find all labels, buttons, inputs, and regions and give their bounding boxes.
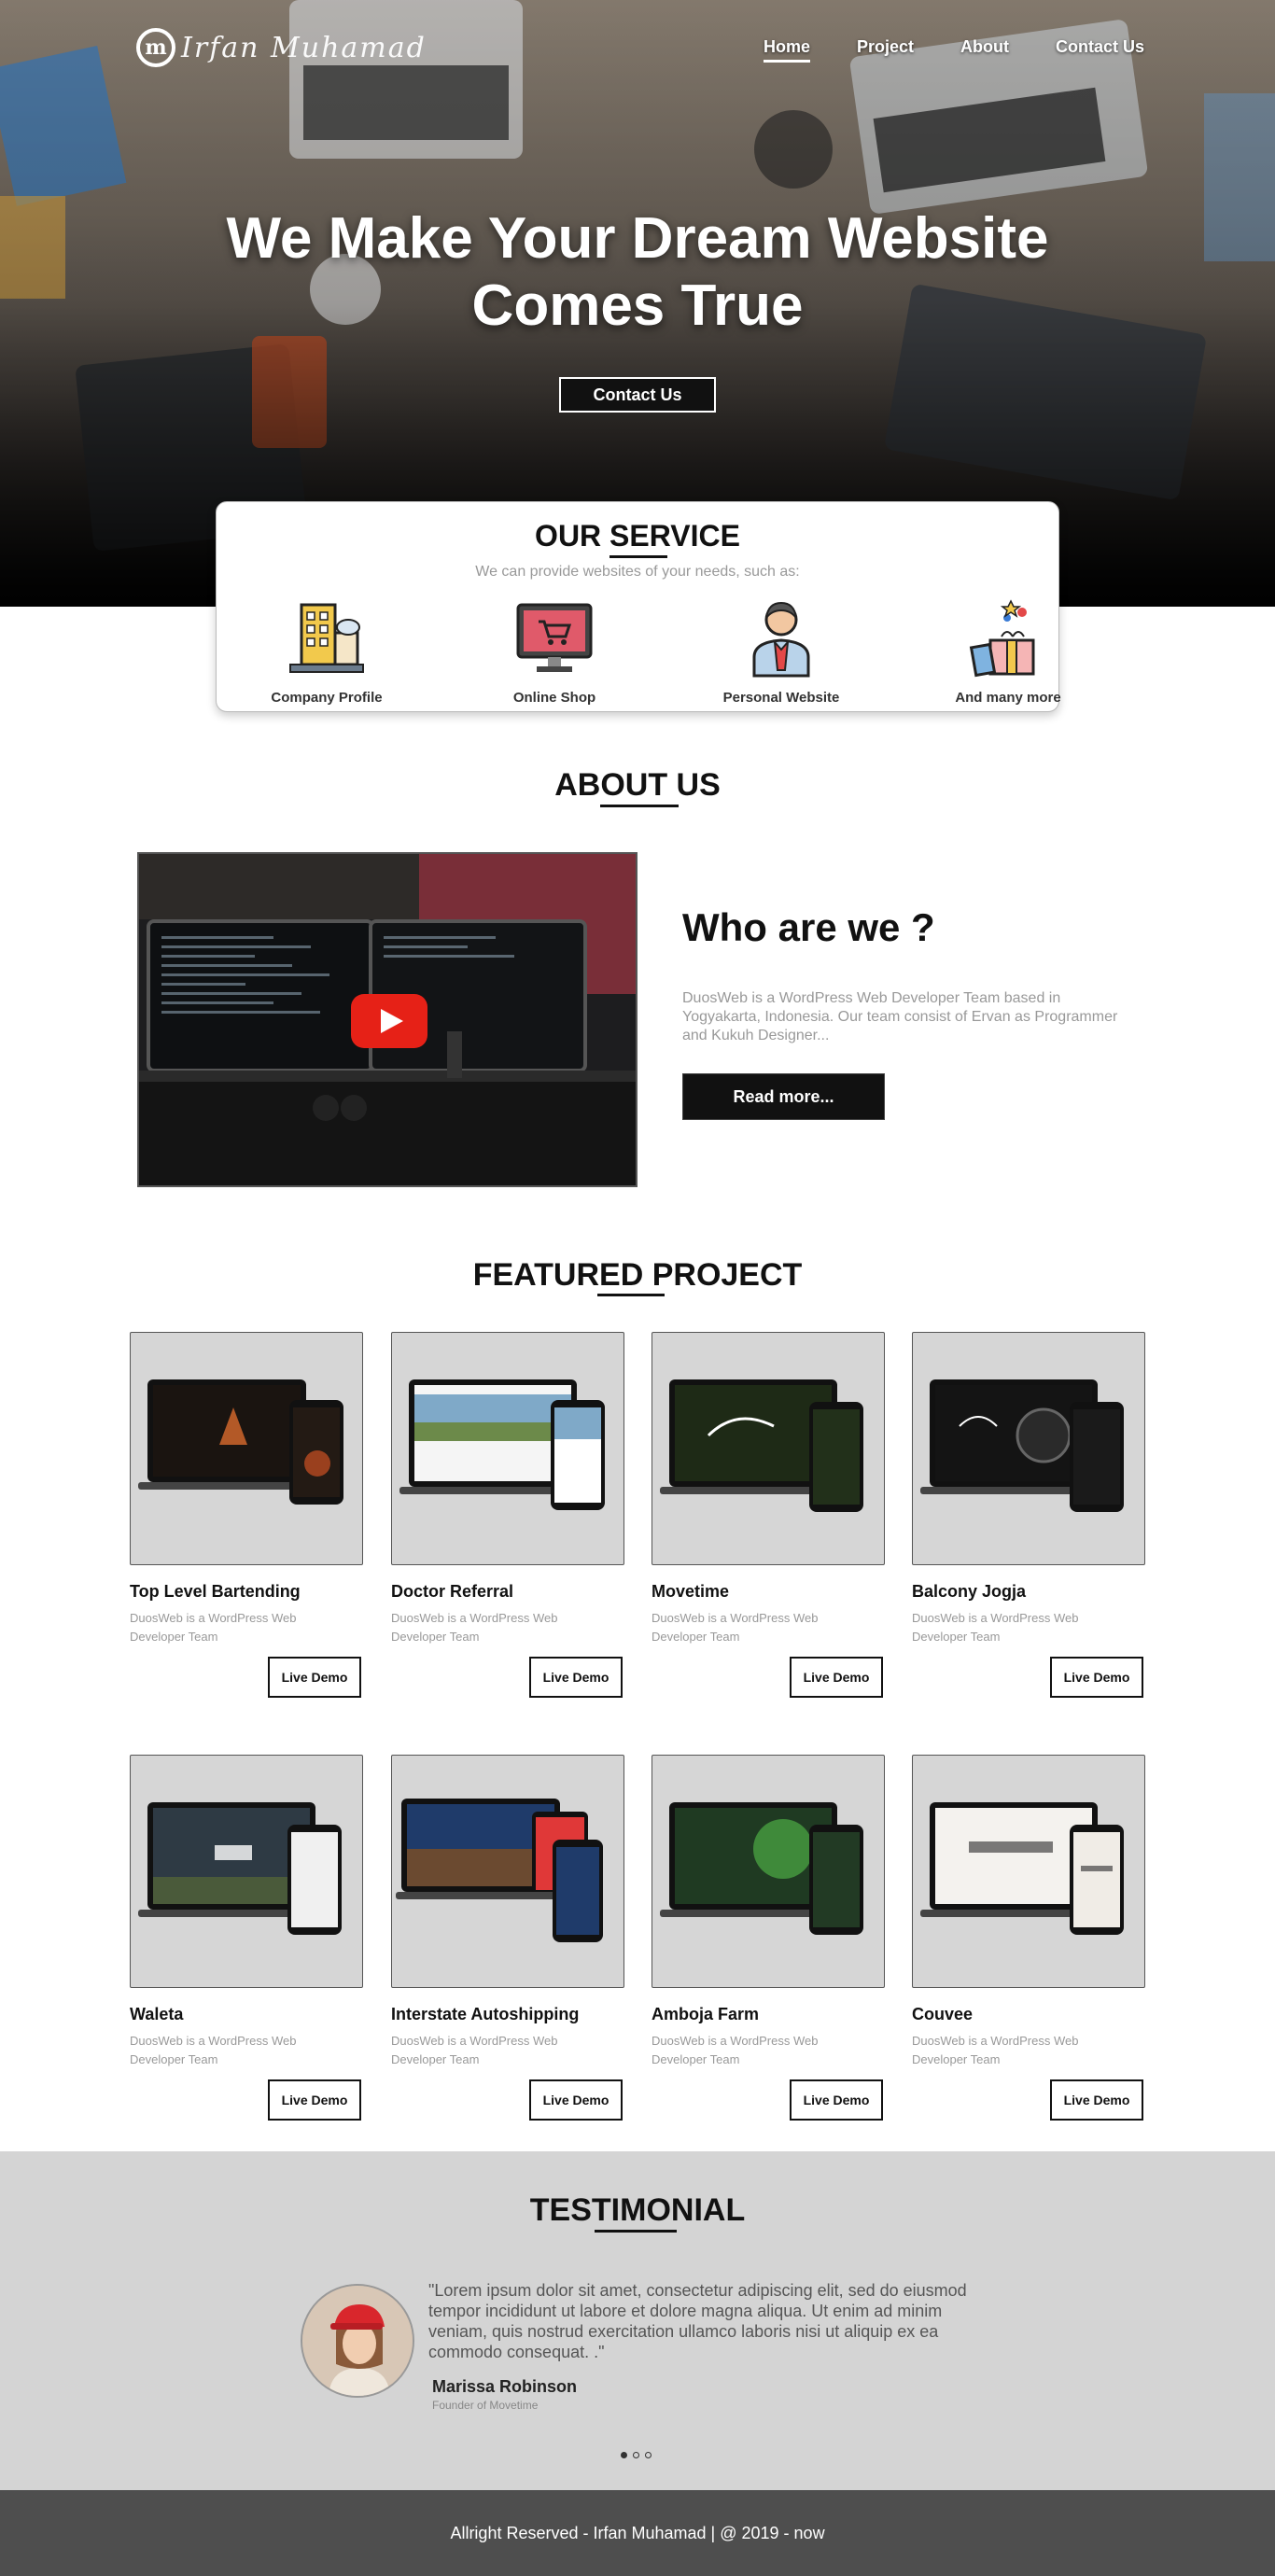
project-name: Couvee	[912, 2005, 974, 2023]
laptop-phone-mockup	[138, 1802, 342, 1935]
testimonial-title: TESTIMONIAL	[529, 2192, 746, 2228]
project-description: DuosWeb is a WordPress Web Developer Tea…	[652, 2034, 819, 2066]
service-label: Online Shop	[512, 690, 596, 706]
about-title: ABOUT US	[554, 767, 721, 803]
gift-icon	[969, 599, 1035, 678]
project-name: Waleta	[130, 2005, 184, 2023]
avatar-image	[302, 2286, 413, 2396]
building-icon	[289, 603, 364, 673]
project-description: DuosWeb is a WordPress Web Developer Tea…	[912, 1611, 1079, 1644]
service-label: And many more	[955, 690, 1061, 706]
hero-title-line1: We Make Your Dream Website	[226, 206, 1049, 271]
project-description: DuosWeb is a WordPress Web Developer Tea…	[652, 1611, 819, 1644]
carousel-dot[interactable]	[621, 2452, 627, 2458]
service-card: OUR SERVICE We can provide websites of y…	[216, 501, 1061, 712]
live-demo-button[interactable]: Live Demo	[790, 1657, 883, 1698]
service-many-more: And many more	[915, 595, 1101, 706]
project-card: Interstate Autoshipping DuosWeb is a Wor…	[391, 1755, 624, 2121]
project-card: Balcony Jogja DuosWeb is a WordPress Web…	[912, 1332, 1145, 1698]
project-card: Doctor Referral DuosWeb is a WordPress W…	[391, 1332, 624, 1698]
cart-monitor-icon	[516, 603, 593, 672]
projects-title: FEATURED PROJECT	[472, 1257, 803, 1293]
about-heading: Who are we ?	[682, 905, 935, 949]
about-video[interactable]	[137, 852, 638, 1187]
carousel-dot[interactable]	[633, 2452, 639, 2458]
read-more-button[interactable]: Read more...	[682, 1073, 885, 1120]
project-description: DuosWeb is a WordPress Web Developer Tea…	[391, 1611, 558, 1644]
project-description: DuosWeb is a WordPress Web Developer Tea…	[391, 2034, 558, 2066]
testimonial-title-underline	[595, 2230, 677, 2233]
project-thumbnail[interactable]	[652, 1755, 885, 1988]
logo-mark: m	[136, 28, 175, 67]
main-nav: Home Project About Contact Us	[763, 37, 1144, 63]
projects-title-underline	[597, 1294, 665, 1296]
project-card: Waleta DuosWeb is a WordPress Web Develo…	[130, 1755, 363, 2121]
nav-project[interactable]: Project	[857, 37, 914, 57]
project-name: Top Level Bartending	[130, 1582, 301, 1601]
testimonial-quote: "Lorem ipsum dolor sit amet, consectetur…	[428, 2281, 967, 2361]
laptop-phone-mockup	[138, 1379, 343, 1505]
project-description: DuosWeb is a WordPress Web Developer Tea…	[130, 2034, 297, 2066]
youtube-play-icon[interactable]	[351, 994, 427, 1048]
carousel-dot[interactable]	[645, 2452, 652, 2458]
service-label: Personal Website	[722, 690, 840, 706]
logo-script: Irfan Muhamad	[181, 31, 427, 64]
project-name: Doctor Referral	[391, 1582, 514, 1601]
live-demo-button[interactable]: Live Demo	[268, 1657, 361, 1698]
carousel-dots	[621, 2452, 652, 2458]
live-demo-button[interactable]: Live Demo	[1050, 2079, 1143, 2121]
footer-text: Allright Reserved - Irfan Muhamad | @ 20…	[450, 2523, 825, 2542]
hero-title: We Make Your Dream Website Comes True	[0, 205, 1275, 340]
hero-title-line2: Comes True	[471, 273, 804, 338]
project-card: Movetime DuosWeb is a WordPress Web Deve…	[652, 1332, 885, 1698]
nav-about[interactable]: About	[960, 37, 1009, 57]
project-description: DuosWeb is a WordPress Web Developer Tea…	[130, 1611, 297, 1644]
service-personal-website: Personal Website	[688, 595, 875, 706]
project-name: Amboja Farm	[652, 2005, 760, 2023]
project-thumbnail[interactable]	[912, 1332, 1145, 1565]
project-thumbnail[interactable]	[391, 1332, 624, 1565]
footer: Allright Reserved - Irfan Muhamad | @ 20…	[0, 2490, 1275, 2576]
service-online-shop: Online Shop	[461, 595, 648, 706]
project-thumbnail[interactable]	[130, 1332, 363, 1565]
laptop-phone-mockup	[399, 1379, 605, 1510]
project-card: Couvee DuosWeb is a WordPress Web Develo…	[912, 1755, 1145, 2121]
project-card: Amboja Farm DuosWeb is a WordPress Web D…	[652, 1755, 885, 2121]
project-thumbnail[interactable]	[652, 1332, 885, 1565]
about-text: DuosWeb is a WordPress Web Developer Tea…	[682, 990, 1118, 1043]
project-thumbnail[interactable]	[130, 1755, 363, 1988]
live-demo-button[interactable]: Live Demo	[1050, 1657, 1143, 1698]
person-icon	[752, 601, 810, 678]
project-description: DuosWeb is a WordPress Web Developer Tea…	[912, 2034, 1079, 2066]
live-demo-button[interactable]: Live Demo	[790, 2079, 883, 2121]
service-subtitle: We can provide websites of your needs, s…	[475, 564, 800, 580]
laptop-phone-mockup	[920, 1379, 1124, 1512]
avatar	[301, 2284, 414, 2398]
live-demo-button[interactable]: Live Demo	[268, 2079, 361, 2121]
laptop-phone-mockup	[396, 1799, 603, 1942]
project-thumbnail[interactable]	[912, 1755, 1145, 1988]
laptop-phone-mockup	[920, 1802, 1124, 1935]
project-name: Interstate Autoshipping	[391, 2005, 580, 2023]
nav-contact[interactable]: Contact Us	[1056, 37, 1144, 57]
project-thumbnail[interactable]	[391, 1755, 624, 1988]
project-name: Movetime	[652, 1582, 730, 1601]
testimonial-section: TESTIMONIAL "Lorem ipsum dolor sit amet,…	[0, 2151, 1275, 2490]
site-logo[interactable]: m Irfan Muhamad	[136, 28, 427, 67]
service-label: Company Profile	[271, 690, 383, 706]
project-card: Top Level Bartending DuosWeb is a WordPr…	[130, 1332, 363, 1698]
contact-us-button[interactable]: Contact Us	[559, 377, 716, 413]
project-name: Balcony Jogja	[912, 1582, 1027, 1601]
about-title-underline	[600, 805, 679, 807]
laptop-phone-mockup	[660, 1379, 863, 1512]
testimonial-name: Marissa Robinson	[432, 2377, 578, 2396]
testimonial-role: Founder of Movetime	[432, 2399, 539, 2412]
nav-home[interactable]: Home	[763, 37, 810, 63]
live-demo-button[interactable]: Live Demo	[529, 2079, 623, 2121]
service-company-profile: Company Profile	[233, 595, 420, 706]
service-title: OUR SERVICE	[535, 519, 740, 553]
live-demo-button[interactable]: Live Demo	[529, 1657, 623, 1698]
laptop-phone-mockup	[660, 1802, 863, 1935]
service-title-underline	[609, 555, 667, 558]
